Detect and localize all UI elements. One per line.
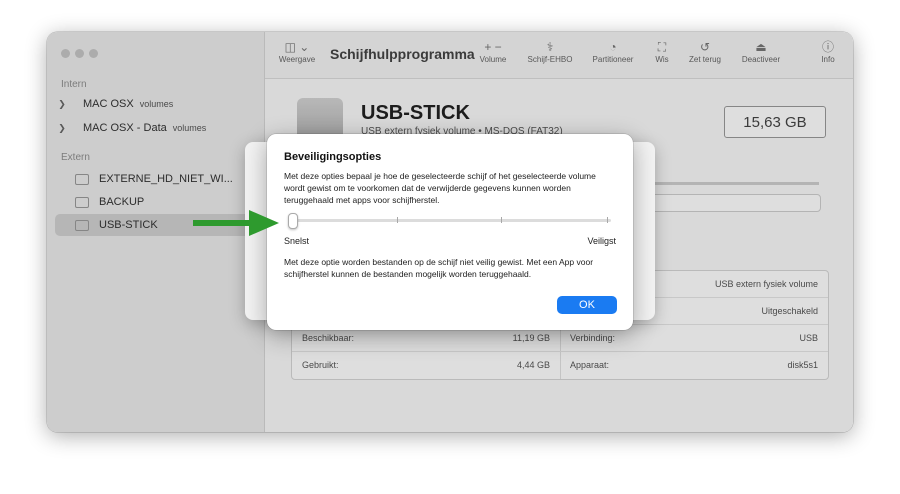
info-key: Verbinding:: [570, 333, 616, 343]
sidebar-item-mac-osx[interactable]: ❯ MAC OSX volumes: [55, 93, 255, 115]
usage-divider: [293, 182, 819, 185]
restore-button[interactable]: ↺ Zet terug: [681, 39, 729, 64]
sidebar-section-intern: Intern: [61, 79, 87, 90]
sidebar-item-label: MAC OSX: [83, 98, 134, 110]
volume-button[interactable]: + − Volume: [473, 39, 513, 64]
sidebar-item-backup[interactable]: BACKUP: [55, 191, 255, 213]
sidebar-item-sublabel: volumes: [139, 99, 174, 109]
volume-button-label: Volume: [479, 55, 507, 64]
info-value: Uitgeschakeld: [761, 306, 818, 316]
chevron-right-icon[interactable]: ❯: [55, 99, 69, 110]
info-value: disk5s1: [787, 360, 818, 370]
first-aid-button[interactable]: ⚕ Schijf-EHBO: [521, 39, 579, 64]
disk-name: USB-STICK: [361, 102, 470, 124]
partition-button[interactable]: ◔ Partitioneer: [585, 39, 641, 64]
unmount-button-label: Deactiveer: [741, 55, 781, 64]
external-disk-icon: [75, 219, 89, 231]
info-button-label: Info: [821, 55, 835, 64]
sidebar-item-label: BACKUP: [99, 196, 145, 208]
info-value: USB extern fysiek volume: [714, 279, 818, 289]
sidebar-toggle-icon: ◫ ⌄: [284, 40, 310, 54]
sidebar-item-label: MAC OSX - Data: [83, 122, 167, 134]
erase-button-label: Wis: [655, 55, 669, 64]
partition-pie-icon: ◔: [609, 40, 617, 54]
sidebar-section-extern: Extern: [61, 152, 90, 163]
info-key: Beschikbaar:: [302, 333, 355, 343]
info-table: USB extern fysiek volume Uitgeschakeld B…: [291, 270, 829, 380]
view-button[interactable]: ◫ ⌄ Weergave: [275, 39, 319, 64]
sidebar-item-sublabel: volumes: [172, 123, 207, 133]
info-value: 11,19 GB: [512, 333, 550, 343]
table-row: USB extern fysiek volume: [292, 271, 828, 297]
info-button[interactable]: ⓘ Info: [813, 39, 843, 64]
info-icon: ⓘ: [821, 40, 834, 54]
info-key: Gebruikt:: [302, 360, 339, 370]
main-content: ◫ ⌄ Weergave Schijfhulpprogramma + − Vol…: [265, 32, 853, 432]
zoom-window-button[interactable]: [89, 49, 98, 58]
restore-arrow-icon: ↺: [699, 40, 711, 54]
sidebar: Intern ❯ MAC OSX volumes ❯ MAC OSX - Dat…: [47, 32, 265, 432]
table-row: Beschikbaar: 11,19 GB Verbinding: USB: [292, 324, 828, 351]
plus-minus-icon: + −: [484, 40, 502, 54]
disk-utility-window: Intern ❯ MAC OSX volumes ❯ MAC OSX - Dat…: [47, 32, 853, 432]
window-title: Schijfhulpprogramma: [330, 46, 475, 62]
info-value: 4,44 GB: [516, 360, 550, 370]
chevron-right-icon[interactable]: ❯: [55, 123, 69, 134]
sidebar-item-label: USB-STICK: [99, 219, 158, 231]
minimize-window-button[interactable]: [75, 49, 84, 58]
external-disk-icon: [75, 173, 89, 185]
restore-button-label: Zet terug: [688, 55, 721, 64]
sidebar-item-label: EXTERNE_HD_NIET_WI...: [99, 173, 233, 185]
ok-button[interactable]: OK: [557, 296, 617, 314]
unmount-icon: ⏏: [755, 40, 767, 54]
sidebar-item-externe-hd[interactable]: EXTERNE_HD_NIET_WI...: [55, 168, 255, 190]
external-disk-icon: [75, 196, 89, 208]
info-value: USB: [799, 333, 818, 343]
usage-bar: [293, 194, 821, 212]
sidebar-item-mac-osx-data[interactable]: ❯ MAC OSX - Data volumes: [55, 117, 255, 139]
usb-disk-icon: [297, 98, 343, 156]
disk-capacity: 15,63 GB: [724, 106, 826, 138]
first-aid-button-label: Schijf-EHBO: [527, 55, 573, 64]
disk-subtitle: USB extern fysiek volume • MS-DOS (FAT32…: [361, 126, 563, 137]
unmount-button[interactable]: ⏏ Deactiveer: [733, 39, 789, 64]
close-window-button[interactable]: [61, 49, 70, 58]
erase-button[interactable]: ⛶ Wis: [647, 39, 677, 64]
view-button-label: Weergave: [278, 55, 316, 64]
table-row: Gebruikt: 4,44 GB Apparaat: disk5s1: [292, 351, 828, 378]
toolbar: ◫ ⌄ Weergave Schijfhulpprogramma + − Vol…: [265, 32, 853, 79]
sidebar-item-usb-stick[interactable]: USB-STICK: [55, 214, 255, 236]
erase-car-icon: ⛶: [657, 40, 667, 54]
stethoscope-icon: ⚕: [546, 40, 554, 54]
partition-button-label: Partitioneer: [592, 55, 634, 64]
info-key: Apparaat:: [570, 360, 610, 370]
